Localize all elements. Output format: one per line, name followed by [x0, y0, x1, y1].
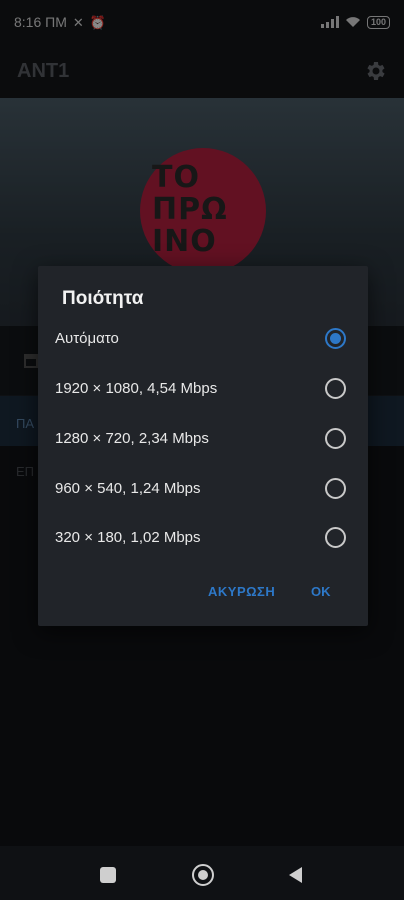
- radio-button[interactable]: [325, 377, 346, 399]
- quality-option-180[interactable]: 320 × 180, 1,02 Mbps: [38, 512, 368, 562]
- option-label: 960 × 540, 1,24 Mbps: [55, 479, 201, 497]
- quality-option-540[interactable]: 960 × 540, 1,24 Mbps: [38, 463, 368, 513]
- radio-button[interactable]: [325, 427, 346, 449]
- system-nav-bar: [0, 846, 404, 900]
- home-icon[interactable]: [192, 864, 214, 886]
- dialog-actions: ΑΚΥΡΩΣΗ OK: [38, 576, 368, 612]
- dialog-title: Ποιότητα: [62, 288, 144, 309]
- radio-button[interactable]: [325, 526, 346, 548]
- quality-option-auto[interactable]: Αυτόματο: [38, 313, 368, 363]
- quality-dialog: Ποιότητα Αυτόματο 1920 × 1080, 4,54 Mbps…: [38, 266, 368, 626]
- option-label: 320 × 180, 1,02 Mbps: [55, 528, 201, 546]
- radio-button[interactable]: [325, 327, 346, 349]
- ok-button[interactable]: OK: [311, 584, 331, 599]
- option-label: Αυτόματο: [55, 329, 119, 347]
- quality-option-720[interactable]: 1280 × 720, 2,34 Mbps: [38, 413, 368, 463]
- option-label: 1920 × 1080, 4,54 Mbps: [55, 379, 218, 397]
- radio-button[interactable]: [325, 477, 346, 499]
- option-label: 1280 × 720, 2,34 Mbps: [55, 429, 209, 447]
- back-icon[interactable]: [289, 867, 302, 883]
- quality-option-1080[interactable]: 1920 × 1080, 4,54 Mbps: [38, 363, 368, 413]
- recents-icon[interactable]: [100, 867, 116, 883]
- cancel-button[interactable]: ΑΚΥΡΩΣΗ: [208, 584, 275, 599]
